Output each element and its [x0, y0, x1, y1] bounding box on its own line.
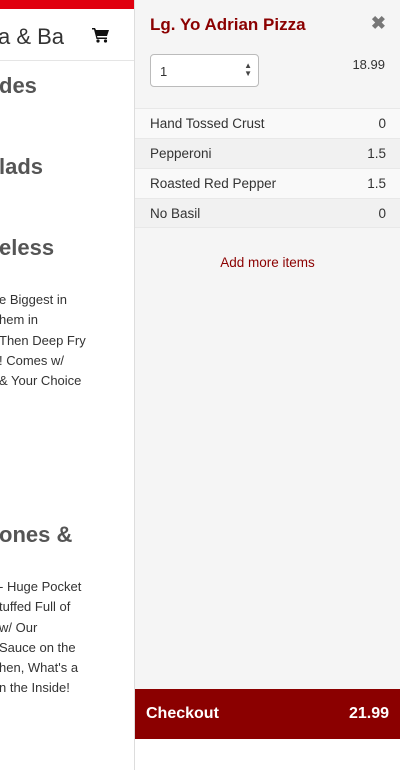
- option-name: Pepperoni: [150, 146, 212, 161]
- item-title: Lg. Yo Adrian Pizza: [150, 15, 306, 34]
- header-accent-bar: [0, 0, 134, 9]
- header-divider: [0, 60, 134, 61]
- option-row: Roasted Red Pepper 1.5: [135, 168, 400, 198]
- menu-section-heading[interactable]: ones &: [0, 522, 72, 548]
- quantity-select[interactable]: 1 ▲ ▼: [150, 54, 259, 87]
- add-more-items-link[interactable]: Add more items: [135, 255, 400, 270]
- option-row: Pepperoni 1.5: [135, 138, 400, 168]
- checkout-label: Checkout: [146, 705, 219, 722]
- item-price: 18.99: [352, 57, 385, 72]
- option-name: No Basil: [150, 205, 201, 221]
- shopping-cart-icon[interactable]: [92, 27, 110, 43]
- menu-section-heading[interactable]: des: [0, 73, 37, 99]
- panel-footer-space: [135, 739, 400, 770]
- option-name: Roasted Red Pepper: [150, 176, 277, 191]
- restaurant-name[interactable]: a & Ba: [0, 24, 64, 50]
- option-row: No Basil 0: [135, 198, 400, 228]
- option-price: 1.5: [367, 146, 386, 161]
- quantity-value: 1: [160, 64, 168, 79]
- option-name: Hand Tossed Crust: [150, 116, 265, 131]
- option-row: Hand Tossed Crust 0: [135, 108, 400, 138]
- background-menu-page: a & Ba des lads eless e Biggest in hem i…: [0, 0, 134, 770]
- option-price: 0: [378, 205, 386, 221]
- option-price: 1.5: [367, 176, 386, 191]
- menu-item-description: e Biggest in hem in Then Deep Fry ! Come…: [0, 292, 86, 389]
- cart-item-panel: Lg. Yo Adrian Pizza ✖ 1 ▲ ▼ 18.99 Hand To…: [134, 0, 400, 770]
- menu-section-heading[interactable]: eless: [0, 235, 54, 261]
- close-icon[interactable]: ✖: [371, 14, 386, 32]
- checkout-total: 21.99: [348, 705, 389, 722]
- option-price: 0: [378, 116, 386, 131]
- select-arrows-icon: ▲ ▼: [244, 61, 252, 78]
- item-options-list: Hand Tossed Crust 0 Pepperoni 1.5 Roaste…: [135, 108, 400, 228]
- checkout-button[interactable]: Checkout 21.99: [135, 689, 400, 739]
- menu-item-description: - Huge Pocket tuffed Full of w/ Our Sauc…: [0, 579, 82, 696]
- menu-section-heading[interactable]: lads: [0, 154, 43, 180]
